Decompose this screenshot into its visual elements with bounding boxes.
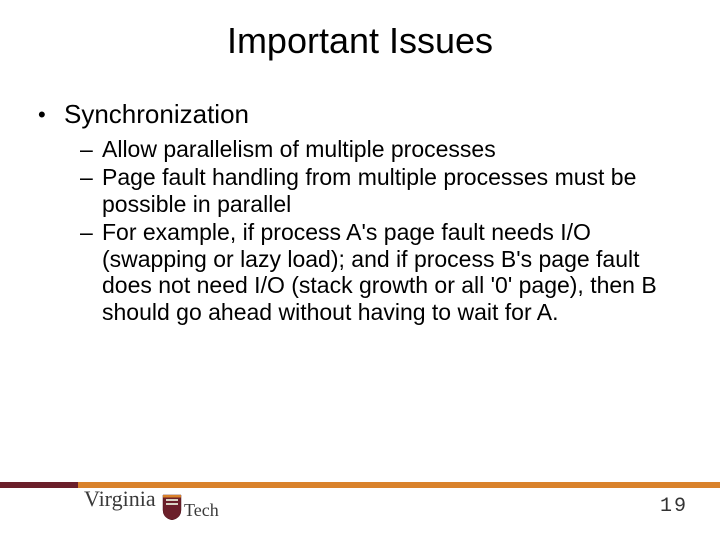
list-item: – Allow parallelism of multiple processe…: [80, 136, 670, 162]
logo-word-virginia: Virginia: [84, 486, 156, 512]
shield-icon: [162, 494, 182, 520]
list-item: – For example, if process A's page fault…: [80, 219, 670, 325]
logo-word-tech: Tech: [184, 500, 219, 521]
divider-maroon: [0, 482, 78, 488]
dash-icon: –: [80, 136, 102, 162]
dash-icon: –: [80, 164, 102, 190]
bullet-icon: •: [38, 100, 64, 130]
sub-text: For example, if process A's page fault n…: [102, 219, 670, 325]
slide: Important Issues • Synchronization – All…: [0, 0, 720, 540]
page-number: 19: [660, 495, 688, 518]
bullet-text: Synchronization: [64, 100, 670, 130]
slide-body: • Synchronization – Allow parallelism of…: [38, 100, 670, 327]
sub-text: Page fault handling from multiple proces…: [102, 164, 670, 217]
list-item: • Synchronization: [38, 100, 670, 130]
virginia-tech-logo: Virginia Tech: [84, 486, 224, 526]
sublist: – Allow parallelism of multiple processe…: [80, 136, 670, 325]
slide-title: Important Issues: [0, 20, 720, 62]
sub-text: Allow parallelism of multiple processes: [102, 136, 670, 162]
dash-icon: –: [80, 219, 102, 245]
list-item: – Page fault handling from multiple proc…: [80, 164, 670, 217]
